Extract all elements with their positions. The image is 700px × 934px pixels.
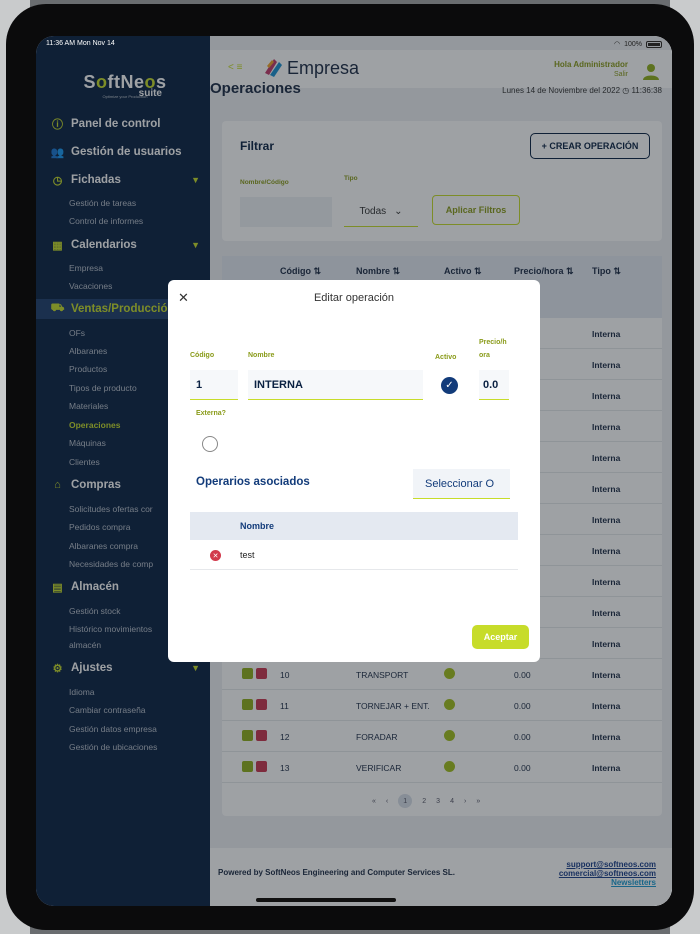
- precio-field[interactable]: 0.0: [479, 370, 509, 400]
- operator-row: ✕ test: [190, 540, 518, 570]
- accept-button[interactable]: Aceptar: [472, 625, 529, 649]
- nombre-field[interactable]: INTERNA: [248, 370, 423, 400]
- wifi-icon: ◠: [613, 41, 621, 48]
- label-codigo: Código: [190, 352, 215, 359]
- status-bar: 11:36 AM Mon Nov 14 ◠ 100%: [36, 36, 672, 50]
- operators-table-header: Nombre: [190, 512, 518, 540]
- edit-operation-dialog: ✕ Editar operación Código Nombre Activo …: [168, 280, 540, 662]
- codigo-field[interactable]: 1: [190, 370, 238, 400]
- battery-icon: [646, 40, 662, 48]
- home-indicator: [256, 898, 396, 902]
- header-nombre: Nombre: [240, 521, 275, 531]
- label-nombre: Nombre: [248, 352, 275, 359]
- label-precio: Precio/h ora: [479, 339, 507, 359]
- label-activo: Activo: [435, 354, 457, 361]
- remove-icon[interactable]: ✕: [210, 550, 221, 561]
- dialog-title: Editar operación: [313, 292, 395, 304]
- tablet-frame: 11:36 AM Mon Nov 14 ◠ 100% SoftNeos Opti…: [6, 4, 694, 930]
- select-operators-button[interactable]: Seleccionar O: [413, 469, 510, 499]
- operator-name: test: [240, 550, 255, 560]
- operarios-title: Operarios asociados: [196, 476, 310, 488]
- status-time: 11:36 AM Mon Nov 14: [46, 40, 115, 47]
- activo-checkbox[interactable]: ✓: [441, 377, 458, 394]
- status-battery: ◠ 100%: [614, 40, 662, 48]
- externa-radio[interactable]: [202, 436, 218, 452]
- screen: 11:36 AM Mon Nov 14 ◠ 100% SoftNeos Opti…: [36, 36, 672, 906]
- battery-percent: 100%: [624, 40, 642, 48]
- label-externa: Externa?: [196, 410, 226, 417]
